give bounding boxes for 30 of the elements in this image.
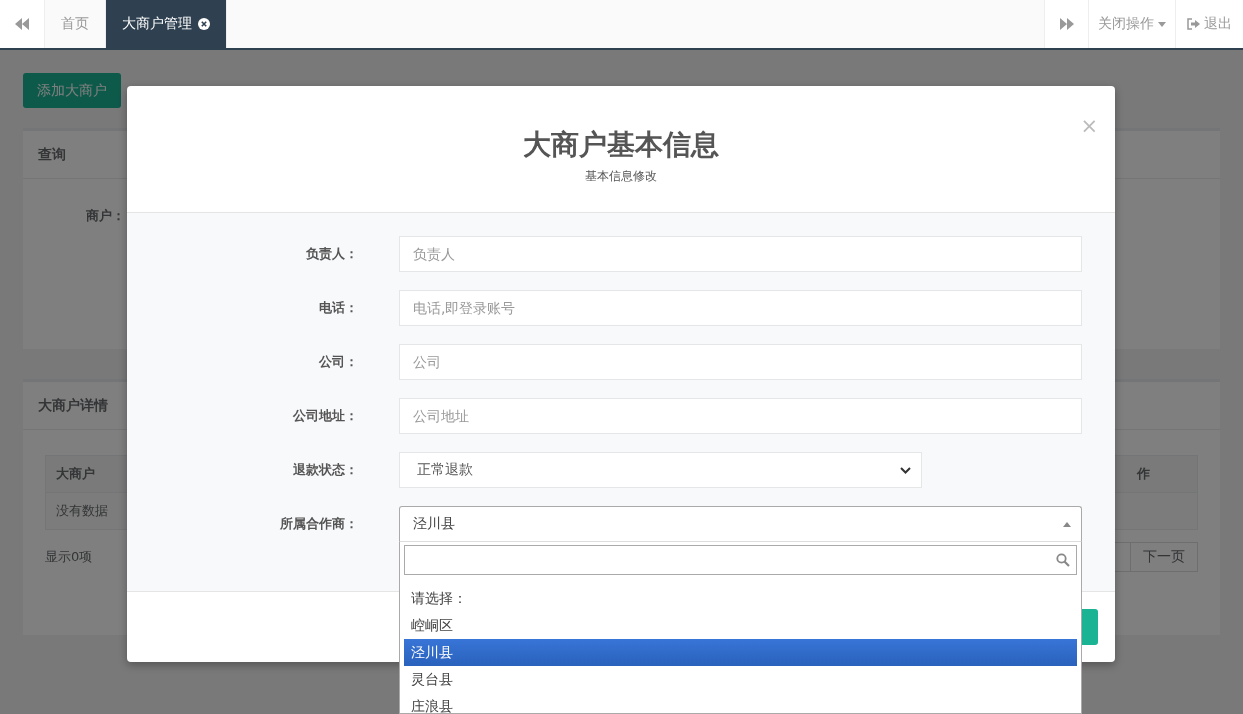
sign-out-icon — [1187, 18, 1200, 30]
double-left-arrow-icon — [15, 18, 29, 30]
close-circle-icon[interactable] — [198, 18, 210, 30]
chevron-down-icon — [900, 466, 911, 474]
scroll-left-button[interactable] — [0, 0, 45, 48]
search-icon — [1056, 553, 1070, 567]
caret-up-icon — [1063, 521, 1071, 527]
dropdown-option[interactable]: 崆峒区 — [404, 612, 1077, 639]
text-field[interactable]: 公司 — [399, 344, 1082, 380]
record-count: 显示0项 — [45, 548, 93, 566]
text-field[interactable]: 负责人 — [399, 236, 1082, 272]
dropdown-option[interactable]: 请选择： — [404, 585, 1077, 612]
text-field[interactable]: 公司地址 — [399, 398, 1082, 434]
field-label: 负责人： — [305, 245, 358, 263]
dropdown-option[interactable]: 泾川县 — [404, 639, 1077, 666]
field-label: 退款状态： — [292, 461, 358, 479]
dropdown-option[interactable]: 庄浪县 — [404, 693, 1077, 714]
refund-status-select[interactable]: 正常退款 — [399, 452, 922, 488]
caret-icon — [1158, 21, 1166, 27]
partner-combobox[interactable]: 泾川县 — [399, 506, 1082, 542]
field-label: 商户： — [85, 207, 125, 225]
field-label: 公司地址： — [292, 407, 358, 425]
dropdown-option[interactable]: 灵台县 — [404, 666, 1077, 693]
tab[interactable]: 大商户管理 — [106, 0, 227, 48]
column-header: 作 — [1115, 456, 1197, 493]
field-label: 公司： — [318, 353, 358, 371]
double-right-arrow-icon — [1059, 18, 1074, 30]
scroll-right-button[interactable] — [1044, 0, 1088, 48]
text-field[interactable]: 电话,即登录账号 — [399, 290, 1082, 326]
field-label: 电话： — [318, 299, 358, 317]
